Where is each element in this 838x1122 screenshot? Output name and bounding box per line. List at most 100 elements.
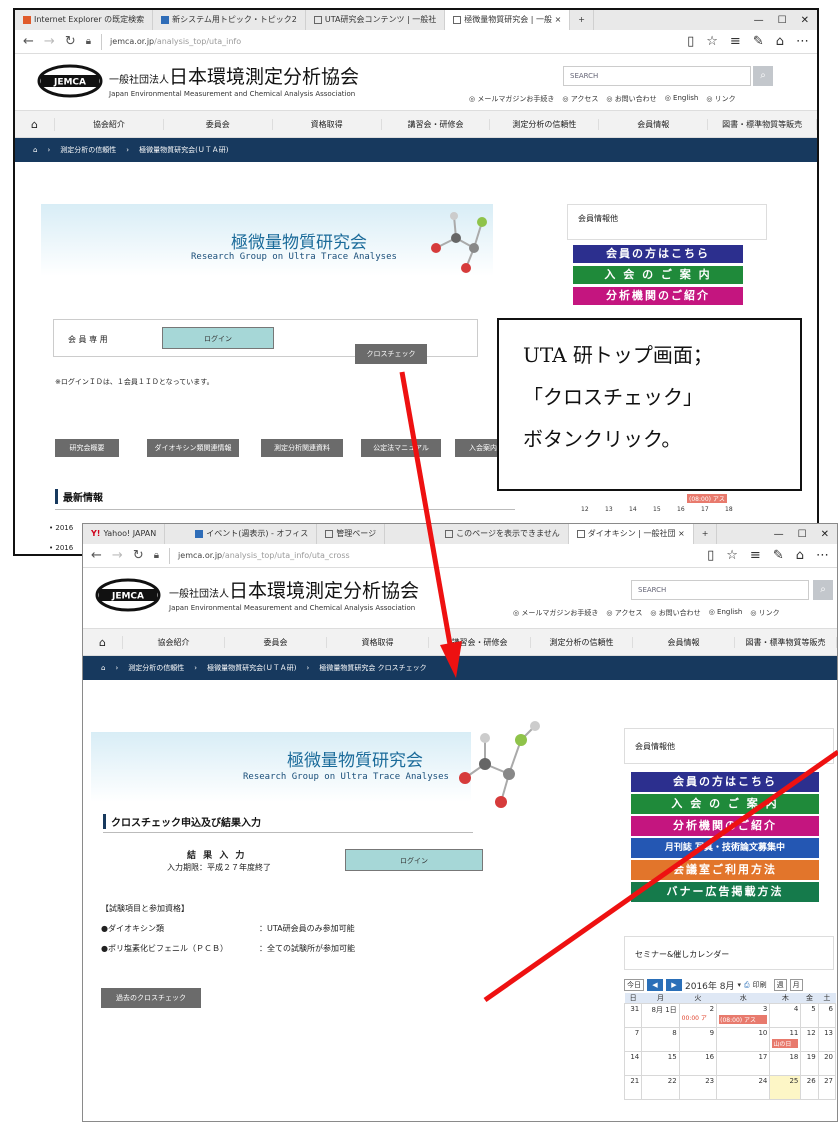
breadcrumb-item[interactable]: 極微量物質研究会(ＵＴＡ研) bbox=[207, 663, 296, 673]
calendar-day[interactable]: 31 bbox=[623, 1003, 643, 1028]
sidebar-menu-item[interactable]: 月刊誌 写真・技術論文募集中 bbox=[631, 838, 819, 858]
nav-committee[interactable]: 委員会 bbox=[164, 118, 273, 130]
calendar-day[interactable]: 22 bbox=[641, 1075, 680, 1100]
calendar-day[interactable]: 20 bbox=[817, 1051, 837, 1076]
calendar-day[interactable]: 18 bbox=[725, 506, 733, 513]
nav-members[interactable]: 会員情報 bbox=[633, 636, 735, 648]
close-icon[interactable]: ✕ bbox=[821, 529, 829, 540]
next-month-button[interactable]: ▶ bbox=[666, 979, 682, 991]
news-item[interactable]: • 2016 bbox=[49, 524, 73, 532]
calendar-day[interactable]: 4 bbox=[769, 1003, 802, 1028]
crosscheck-button[interactable]: クロスチェック bbox=[355, 344, 427, 364]
tab-dioxin-active[interactable]: ダイオキシン | 一般社団 × bbox=[568, 524, 694, 544]
today-button[interactable]: 今日 bbox=[624, 979, 644, 991]
search-button[interactable]: ⌕ bbox=[813, 580, 833, 600]
nav-about[interactable]: 協会紹介 bbox=[123, 636, 225, 648]
calendar-day[interactable]: 10 bbox=[716, 1027, 771, 1052]
reading-view-icon[interactable]: ▯ bbox=[707, 548, 714, 563]
breadcrumb-item[interactable]: 測定分析の信頼性 bbox=[128, 663, 184, 673]
close-icon[interactable]: ✕ bbox=[801, 15, 809, 26]
link-english[interactable]: ◎ English bbox=[665, 94, 699, 104]
hub-icon[interactable]: ≡ bbox=[730, 34, 741, 49]
sidebar-menu-item[interactable]: 会議室ご利用方法 bbox=[631, 860, 819, 880]
hub-icon[interactable]: ≡ bbox=[750, 548, 761, 563]
home-icon[interactable]: ⌂ bbox=[15, 117, 55, 131]
prev-month-button[interactable]: ◀ bbox=[647, 979, 663, 991]
minimize-icon[interactable]: — bbox=[754, 15, 764, 26]
more-icon[interactable]: ⋯ bbox=[816, 548, 829, 563]
tab-event[interactable]: イベント(週表示) - オフィス bbox=[165, 524, 318, 544]
calendar-day[interactable]: 15 bbox=[653, 506, 661, 513]
share-icon[interactable]: ⌂ bbox=[776, 34, 784, 49]
calendar-day[interactable]: 16 bbox=[678, 1051, 718, 1076]
calendar-day[interactable]: 25 bbox=[769, 1075, 802, 1100]
new-tab-button[interactable]: + bbox=[570, 10, 594, 30]
calendar-day[interactable]: 14 bbox=[629, 506, 637, 513]
calendar-event[interactable]: 00:00 ア bbox=[682, 1013, 714, 1022]
calendar-day[interactable]: 12 bbox=[800, 1027, 819, 1052]
nav-committee[interactable]: 委員会 bbox=[225, 636, 327, 648]
link-mailmagazine[interactable]: ◎ メールマガジンお手続き bbox=[469, 94, 554, 104]
calendar-day[interactable]: 13 bbox=[817, 1027, 837, 1052]
calendar-day[interactable]: 13 bbox=[605, 506, 613, 513]
nav-qualification[interactable]: 資格取得 bbox=[273, 118, 382, 130]
more-icon[interactable]: ⋯ bbox=[796, 34, 809, 49]
sidebar-menu-item[interactable]: バナー広告掲載方法 bbox=[631, 882, 819, 902]
calendar-day[interactable]: 3 (08:00) アス bbox=[716, 1003, 771, 1028]
nav-members[interactable]: 会員情報 bbox=[599, 118, 709, 130]
link-links[interactable]: ◎ リンク bbox=[750, 608, 779, 618]
print-icon[interactable]: ⎙ bbox=[744, 981, 750, 990]
reading-view-icon[interactable]: ▯ bbox=[687, 34, 694, 49]
link-access[interactable]: ◎ アクセス bbox=[562, 94, 598, 104]
link-contact[interactable]: ◎ お問い合わせ bbox=[606, 94, 656, 104]
tab-new-system[interactable]: 新システム用トピック・トピック2 bbox=[153, 10, 306, 30]
home-icon[interactable]: ⌂ bbox=[33, 146, 37, 154]
menu-labs[interactable]: 分析機関のご紹介 bbox=[573, 287, 743, 305]
search-input[interactable]: SEARCH bbox=[563, 66, 751, 86]
news-item[interactable]: • 2016 bbox=[49, 544, 73, 552]
minimize-icon[interactable]: — bbox=[774, 529, 784, 540]
nav-reliability[interactable]: 測定分析の信頼性 bbox=[531, 636, 633, 648]
favorite-icon[interactable]: ☆ bbox=[726, 548, 738, 563]
calendar-day[interactable]: 16 bbox=[677, 506, 685, 513]
calendar-day[interactable]: 8月 1日 bbox=[641, 1003, 680, 1028]
calendar-day[interactable]: 18 bbox=[769, 1051, 802, 1076]
calendar-day[interactable]: 26 bbox=[800, 1075, 819, 1100]
tab-yahoo[interactable]: Y! Yahoo! JAPAN bbox=[83, 524, 166, 544]
nav-about[interactable]: 協会紹介 bbox=[55, 118, 164, 130]
calendar-day[interactable]: 11 山の日 bbox=[769, 1027, 802, 1052]
nav-qualification[interactable]: 資格取得 bbox=[327, 636, 429, 648]
menu-join[interactable]: 入 会 の ご 案 内 bbox=[573, 266, 743, 284]
home-icon[interactable]: ⌂ bbox=[83, 635, 123, 649]
calendar-day[interactable]: 6 bbox=[817, 1003, 837, 1028]
refresh-icon[interactable]: ↻ bbox=[65, 34, 76, 49]
search-button[interactable]: ⌕ bbox=[753, 66, 773, 86]
share-icon[interactable]: ⌂ bbox=[796, 548, 804, 563]
nav-books[interactable]: 図書・標準物質等販売 bbox=[708, 118, 817, 130]
sidebar-menu-item[interactable]: 入 会 の ご 案 内 bbox=[631, 794, 819, 814]
calendar-day[interactable]: 15 bbox=[641, 1051, 680, 1076]
print-label[interactable]: 印刷 bbox=[753, 980, 767, 990]
favorite-icon[interactable]: ☆ bbox=[706, 34, 718, 49]
calendar-event[interactable]: (08:00) アス bbox=[687, 494, 727, 503]
nav-seminars[interactable]: 講習会・研修会 bbox=[382, 118, 491, 130]
url-field[interactable]: jemca.or.jp/analysis_top/uta_info/uta_cr… bbox=[169, 547, 697, 564]
sidebar-menu-item[interactable]: 会員の方はこちら bbox=[631, 772, 819, 792]
tab-admin[interactable]: 管理ページ bbox=[317, 524, 386, 544]
calendar-day[interactable]: 5 bbox=[800, 1003, 819, 1028]
calendar-day[interactable]: 9 bbox=[678, 1027, 718, 1052]
week-view-button[interactable]: 週 bbox=[773, 979, 787, 991]
link-english[interactable]: ◎ English bbox=[709, 608, 743, 618]
nav-reliability[interactable]: 測定分析の信頼性 bbox=[490, 118, 600, 130]
btn-materials[interactable]: 測定分析関連資料 bbox=[261, 439, 343, 457]
back-icon[interactable]: ← bbox=[23, 34, 34, 49]
month-view-button[interactable]: 月 bbox=[789, 979, 803, 991]
new-tab-button[interactable]: + bbox=[694, 524, 718, 544]
calendar-day[interactable]: 27 bbox=[817, 1075, 837, 1100]
sidebar-menu-item[interactable]: 分析機関のご紹介 bbox=[631, 816, 819, 836]
past-crosscheck-button[interactable]: 過去のクロスチェック bbox=[101, 988, 201, 1008]
btn-manual[interactable]: 公定法マニュアル bbox=[361, 439, 441, 457]
refresh-icon[interactable]: ↻ bbox=[133, 548, 144, 563]
forward-icon[interactable]: → bbox=[112, 548, 123, 563]
tab-ie-search[interactable]: Internet Explorer の既定検索 bbox=[15, 10, 154, 30]
